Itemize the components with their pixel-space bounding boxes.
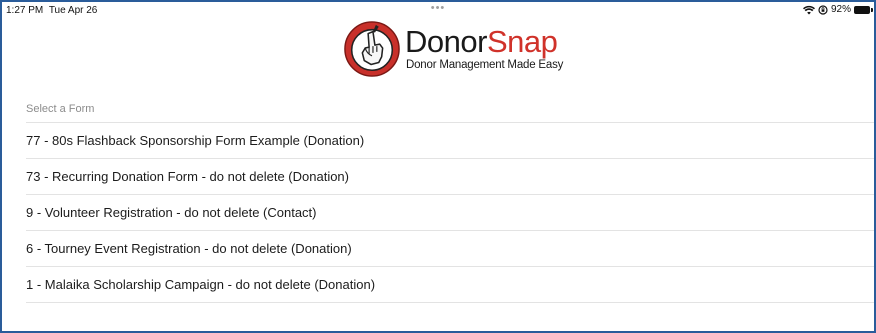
donorsnap-logo: DonorSnap Donor Management Made Easy [343,20,563,78]
form-list-item[interactable]: 9 - Volunteer Registration - do not dele… [26,195,874,231]
logo-text-donor: Donor [405,24,487,59]
battery-percentage: 92% [830,4,851,15]
wifi-icon [802,5,815,14]
status-indicators: 92% [802,4,873,15]
form-list: 77 - 80s Flashback Sponsorship Form Exam… [26,122,874,303]
form-list-item[interactable]: 1 - Malaika Scholarship Campaign - do no… [26,267,874,303]
form-list-item[interactable]: 77 - 80s Flashback Sponsorship Form Exam… [26,123,874,159]
logo-text-snap: Snap [486,24,558,59]
orientation-lock-icon [818,4,828,15]
logo-title: DonorSnap [405,25,563,59]
donorsnap-logo-icon [344,21,400,77]
form-list-item[interactable]: 73 - Recurring Donation Form - do not de… [26,159,874,195]
app-screen: 1:27 PM Tue Apr 26 ••• 92% DonorSnap Don… [0,0,876,333]
status-bar: 1:27 PM Tue Apr 26 ••• 92% [2,2,874,20]
status-time: 1:27 PM Tue Apr 26 [6,5,97,16]
logo-tagline: Donor Management Made Easy [406,59,564,71]
status-clock: 1:27 PM [6,5,44,16]
logo-wordmark: DonorSnap Donor Management Made Easy [405,25,564,72]
battery-icon [854,5,873,14]
multitasking-dots[interactable]: ••• [431,2,446,14]
section-label: Select a Form [26,103,95,115]
form-list-item[interactable]: 6 - Tourney Event Registration - do not … [26,231,874,267]
status-date: Tue Apr 26 [48,5,98,16]
